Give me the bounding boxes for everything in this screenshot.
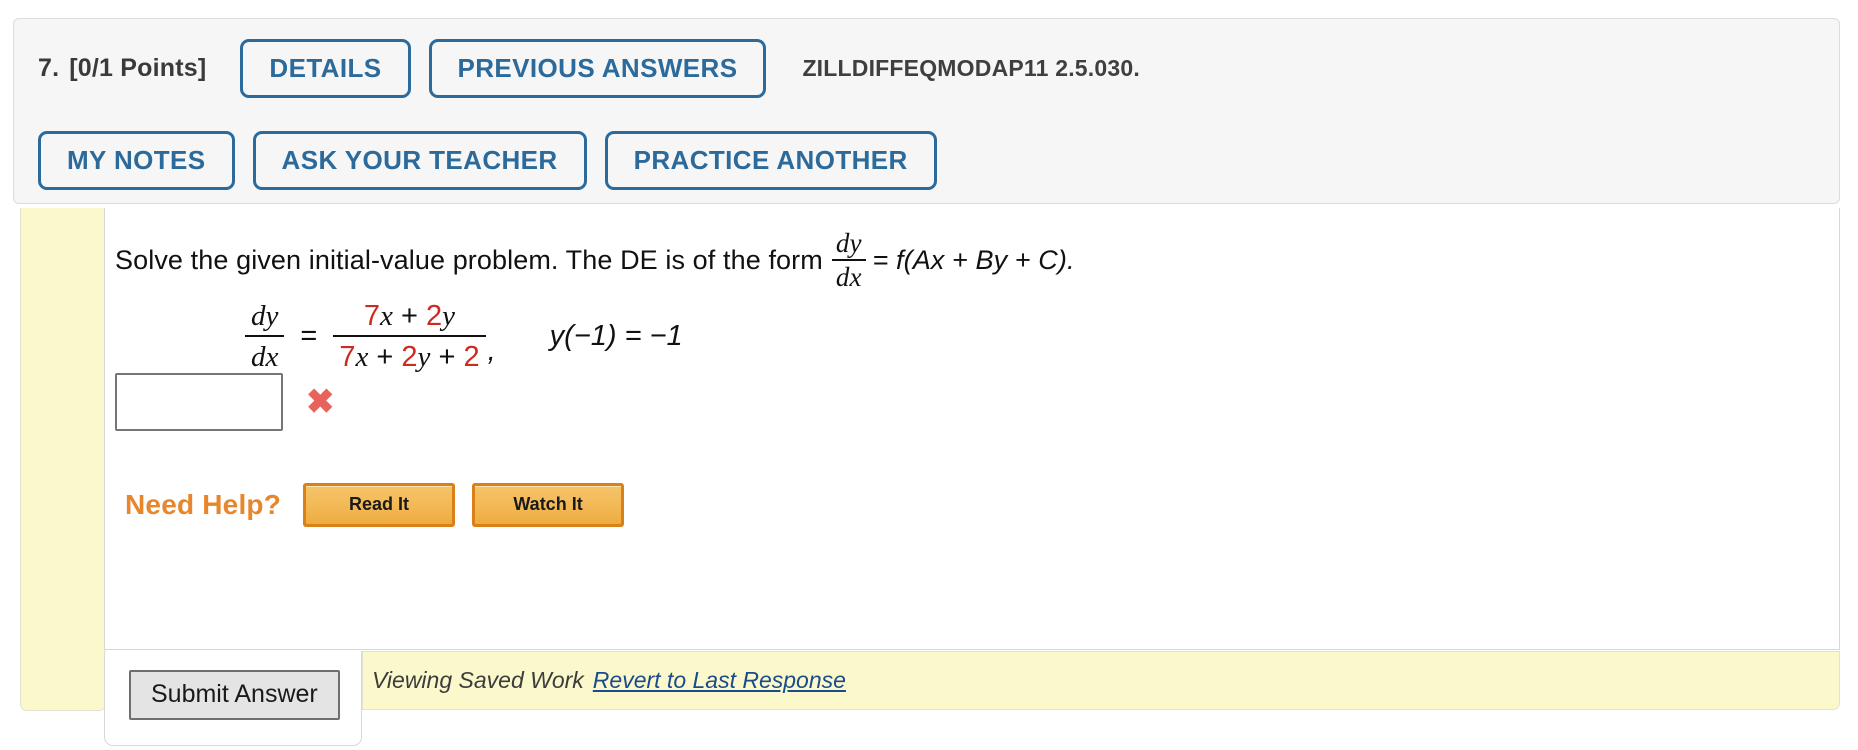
submit-answer-container: Submit Answer: [104, 651, 362, 746]
problem-prompt: Solve the given initial-value problem. T…: [115, 230, 1075, 291]
question-header-panel: 7. [0/1 Points] DETAILS PREVIOUS ANSWERS …: [13, 18, 1840, 204]
equation-rhs-denominator: 7x + 2y + 2: [333, 335, 486, 374]
details-button[interactable]: DETAILS: [240, 39, 411, 99]
my-notes-button[interactable]: MY NOTES: [38, 131, 235, 191]
equation-equals-sign: =: [300, 320, 318, 353]
prompt-text-before: Solve the given initial-value problem. T…: [115, 245, 823, 275]
equation-rhs-fraction: 7x + 2y 7x + 2y + 2: [333, 300, 486, 374]
question-points-label: 7. [0/1 Points]: [38, 54, 206, 83]
rhs-den-var-x: x: [355, 341, 369, 374]
rhs-den-coef-y: 2: [401, 341, 418, 374]
rhs-num-coef-y: 2: [425, 300, 443, 332]
answer-input[interactable]: [115, 373, 283, 431]
answer-row: ✖: [115, 373, 335, 431]
equation-lhs-numerator: dy: [251, 300, 279, 332]
rhs-num-var-y: y: [442, 300, 455, 332]
header-row-primary: 7. [0/1 Points] DETAILS PREVIOUS ANSWERS …: [38, 39, 1140, 99]
prompt-frac-denominator: dx: [831, 259, 866, 291]
equation-rhs-numerator: 7x + 2y: [358, 300, 461, 335]
saved-work-left-strip: [20, 208, 106, 711]
need-help-label: Need Help?: [125, 489, 282, 520]
points-value: [0/1 Points]: [69, 54, 207, 83]
rhs-num-plus: +: [400, 300, 418, 332]
assignment-code: ZILLDIFFEQMODAP11 2.5.030.: [802, 55, 1140, 82]
ask-your-teacher-button[interactable]: ASK YOUR TEACHER: [252, 131, 587, 191]
question-number: 7.: [38, 54, 60, 83]
equation-lhs-denominator: dx: [245, 335, 285, 373]
equation-comma: ,: [487, 334, 496, 367]
rhs-den-plus-2: +: [438, 341, 456, 374]
rhs-den-constant: 2: [463, 341, 480, 374]
read-it-button[interactable]: Read It: [303, 483, 456, 527]
saved-work-bar: Viewing Saved Work Revert to Last Respon…: [362, 651, 1840, 710]
watch-it-button[interactable]: Watch It: [472, 483, 625, 527]
prompt-frac-numerator: dy: [835, 228, 862, 258]
prompt-derivative-fraction: dy dx: [831, 228, 866, 291]
rhs-den-plus-1: +: [376, 341, 394, 374]
rhs-num-var-x: x: [380, 300, 393, 332]
submit-answer-button[interactable]: Submit Answer: [129, 670, 340, 721]
prompt-text-after: = f(Ax + By + C).: [872, 245, 1075, 275]
header-row-secondary: MY NOTES ASK YOUR TEACHER PRACTICE ANOTH…: [38, 131, 937, 191]
previous-answers-button[interactable]: PREVIOUS ANSWERS: [428, 39, 767, 99]
rhs-den-coef-x: 7: [339, 341, 356, 374]
rhs-den-var-y: y: [417, 341, 431, 374]
practice-another-button[interactable]: PRACTICE ANOTHER: [604, 131, 937, 191]
initial-condition: y(−1) = −1: [549, 320, 683, 353]
need-help-row: Need Help? Read It Watch It: [125, 483, 641, 527]
question-content-panel: Solve the given initial-value problem. T…: [104, 208, 1840, 650]
revert-to-last-response-link[interactable]: Revert to Last Response: [593, 667, 846, 694]
rhs-num-coef-x: 7: [363, 300, 381, 332]
incorrect-x-icon: ✖: [306, 383, 335, 421]
viewing-saved-work-label: Viewing Saved Work: [372, 667, 584, 693]
differential-equation: dy dx = 7x + 2y 7x + 2y + 2 , y(−1) = −1: [245, 300, 683, 374]
equation-lhs-fraction: dy dx: [245, 300, 285, 374]
